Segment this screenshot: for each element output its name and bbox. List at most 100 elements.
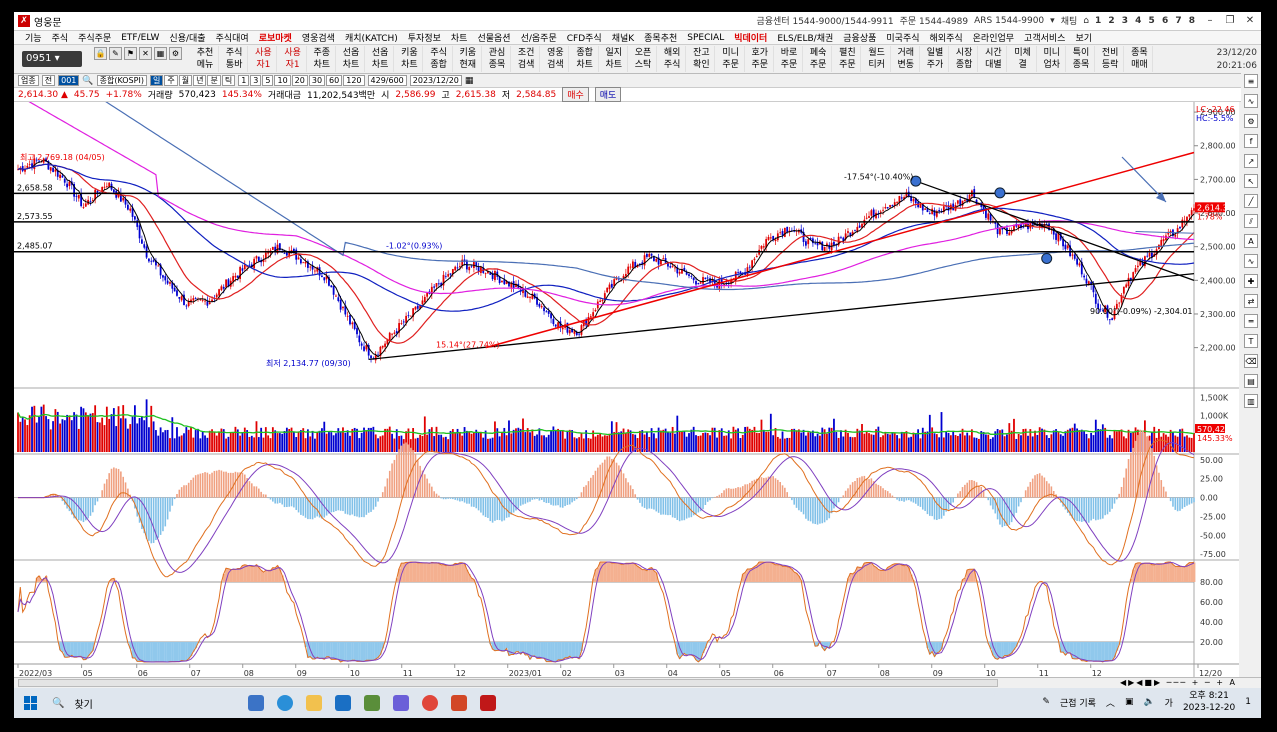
home-icon[interactable]: ⌂: [1083, 16, 1089, 26]
screen-numbers[interactable]: 1 2 3 4 5 6 7 8: [1095, 16, 1197, 26]
toolbar-button[interactable]: 바로 주문: [776, 46, 803, 72]
toolbar-button[interactable]: 선옵 차트: [338, 46, 365, 72]
tray-network-icon[interactable]: ▣: [1125, 697, 1134, 707]
count-input[interactable]: 429/600: [367, 75, 407, 86]
menu-item[interactable]: 주식주문: [73, 31, 116, 44]
menu-item[interactable]: 미국주식: [881, 31, 924, 44]
tray-clock[interactable]: 오후 8:21 2023-12-20: [1183, 690, 1235, 714]
menu-item[interactable]: 빅데이터: [729, 31, 772, 44]
menu-item[interactable]: 해외주식: [925, 31, 968, 44]
period-button[interactable]: 틱: [221, 75, 236, 86]
tool-pointer-icon[interactable]: ↖: [1244, 174, 1258, 188]
app-task-view-icon[interactable]: [248, 695, 264, 711]
toolbar-button[interactable]: 사용 자1: [250, 46, 278, 72]
menu-item[interactable]: 신용/대출: [164, 31, 210, 44]
menu-item[interactable]: 보기: [1070, 31, 1097, 44]
app-store-icon[interactable]: [393, 695, 409, 711]
category-select[interactable]: 업종: [18, 75, 39, 86]
tray-volume-icon[interactable]: 🔈: [1143, 697, 1154, 707]
taskbar-search[interactable]: 🔍 찾기: [52, 696, 212, 711]
menu-item[interactable]: 차트: [446, 31, 473, 44]
tool-wave-icon[interactable]: ∿: [1244, 254, 1258, 268]
calendar-icon[interactable]: ▦: [465, 76, 474, 86]
menu-item[interactable]: 금융상품: [838, 31, 881, 44]
toolbar-button[interactable]: 주식 통바: [221, 46, 249, 72]
period-button[interactable]: 분: [207, 75, 221, 86]
toolbar-button[interactable]: 호가 주문: [747, 46, 774, 72]
code-input[interactable]: 001: [58, 75, 80, 86]
app-mail-icon[interactable]: [335, 695, 351, 711]
tool-list-icon[interactable]: ≡: [1244, 74, 1258, 88]
toolbar-button[interactable]: 사용 자1: [280, 46, 307, 72]
tool-bar-icon[interactable]: ▥: [1244, 394, 1258, 408]
menu-item[interactable]: ETF/ELW: [116, 33, 164, 43]
toolbar-button[interactable]: 전비 등락: [1097, 46, 1125, 72]
toolbar-button[interactable]: 일별 주가: [922, 46, 949, 72]
tool-fx-icon[interactable]: f: [1244, 134, 1258, 148]
app-powerpoint-icon[interactable]: [451, 695, 467, 711]
toolbar-button[interactable]: 폐숙 주문: [805, 46, 833, 72]
menu-item[interactable]: 고객서비스: [1019, 31, 1070, 44]
gear-icon[interactable]: ⚙: [169, 47, 182, 60]
tool-indicator-icon[interactable]: ∿: [1244, 94, 1258, 108]
toolbar-button[interactable]: 추천 메뉴: [192, 46, 219, 72]
period-button[interactable]: 년: [193, 75, 207, 86]
tool-horizontal-icon[interactable]: ═: [1244, 314, 1258, 328]
scroll-controls[interactable]: ◀▶◀■▶ ─── + ─ + A: [1120, 678, 1237, 687]
scroll-thumb[interactable]: [18, 679, 998, 687]
toolbar-button[interactable]: 시간 대별: [980, 46, 1008, 72]
tool-chart-icon[interactable]: ▤: [1244, 374, 1258, 388]
sub-select[interactable]: 전: [41, 75, 56, 86]
flag-icon[interactable]: ⚑: [124, 47, 137, 60]
tool-cross-icon[interactable]: ✚: [1244, 274, 1258, 288]
menu-item[interactable]: SPECIAL: [682, 33, 729, 43]
menu-item[interactable]: 주식: [47, 31, 74, 44]
toolbar-button[interactable]: 관심 종목: [484, 46, 511, 72]
restore-button[interactable]: ❐: [1223, 15, 1237, 26]
toolbar-button[interactable]: 종합 차트: [572, 46, 599, 72]
menu-item[interactable]: 종목추천: [639, 31, 682, 44]
menu-item[interactable]: 투자정보: [403, 31, 446, 44]
period-button[interactable]: 주: [164, 75, 178, 86]
menu-item[interactable]: 선/옵주문: [516, 31, 562, 44]
period-button[interactable]: 월: [178, 75, 193, 86]
tool-auto-icon[interactable]: A: [1244, 234, 1258, 248]
toolbar-button[interactable]: 시장 종합: [951, 46, 979, 72]
toolbar-button[interactable]: 주종 차트: [309, 46, 336, 72]
toolbar-button[interactable]: 펼친 주문: [834, 46, 862, 72]
toolbar-button[interactable]: 잔고 확인: [688, 46, 716, 72]
toolbar-button[interactable]: 선옵 차트: [367, 46, 395, 72]
minute-button[interactable]: 60: [326, 75, 343, 86]
period-button[interactable]: 일: [149, 75, 164, 86]
minute-button[interactable]: 10: [274, 75, 291, 86]
menu-item[interactable]: ELS/ELB/채권: [772, 31, 838, 44]
menu-item[interactable]: 캐치(KATCH): [340, 31, 403, 44]
minute-button[interactable]: 20: [291, 75, 308, 86]
tray-ime[interactable]: 가: [1165, 696, 1173, 709]
tool-eraser-icon[interactable]: ⌫: [1244, 354, 1258, 368]
minute-button[interactable]: 5: [262, 75, 274, 86]
app-hero-icon[interactable]: [480, 695, 496, 711]
tray-pen-icon[interactable]: ✎: [1042, 697, 1050, 707]
pen-icon[interactable]: ✎: [109, 47, 122, 60]
sell-button[interactable]: 매도: [594, 87, 622, 102]
dropdown-icon[interactable]: ▾: [1050, 16, 1055, 26]
minute-button[interactable]: 120: [343, 75, 365, 86]
chart-svg[interactable]: 2,900.002,800.002,700.002,600.002,500.00…: [14, 44, 1239, 679]
toolbar-button[interactable]: 미니 주문: [718, 46, 745, 72]
tray-chevron-icon[interactable]: ︿: [1106, 696, 1115, 709]
menu-item[interactable]: 기능: [20, 31, 47, 44]
menu-item[interactable]: 주식대여: [211, 31, 254, 44]
search-icon[interactable]: 🔍: [82, 76, 93, 86]
tool-arrows-icon[interactable]: ⇄: [1244, 294, 1258, 308]
minute-button[interactable]: 3: [250, 75, 262, 86]
toolbar-button[interactable]: 영웅 검색: [542, 46, 570, 72]
chat-button[interactable]: 채팅: [1061, 14, 1078, 27]
tool-settings-icon[interactable]: ⚙: [1244, 114, 1258, 128]
toolbar-button[interactable]: 조건 검색: [513, 46, 541, 72]
tool-trend-icon[interactable]: ↗: [1244, 154, 1258, 168]
toolbar-button[interactable]: 키움 차트: [396, 46, 424, 72]
tool-line-icon[interactable]: ╱: [1244, 194, 1258, 208]
toolbar-button[interactable]: 월드 티커: [864, 46, 891, 72]
menu-item[interactable]: CFD주식: [562, 31, 607, 44]
